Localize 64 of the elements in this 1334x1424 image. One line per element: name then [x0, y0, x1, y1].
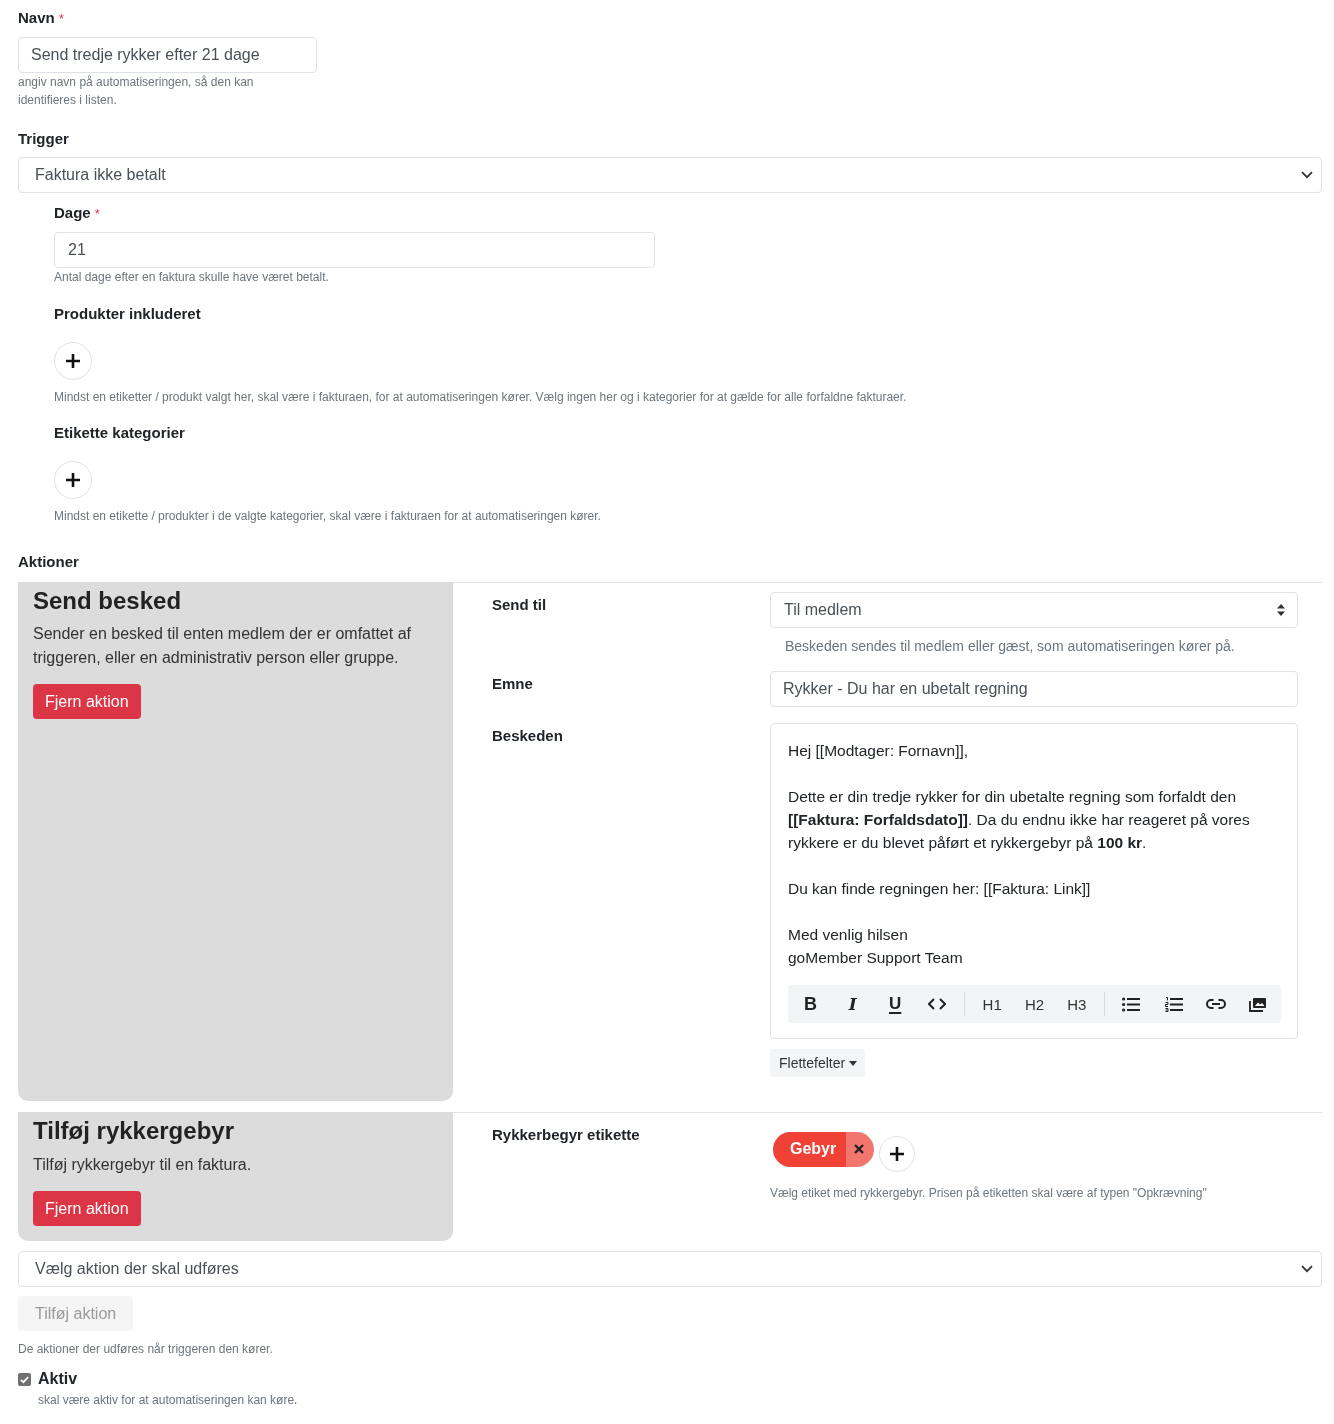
action-title: Tilføj rykkergebyr: [33, 1116, 234, 1146]
help-text: De aktioner der udføres når triggeren den kører.: [18, 1341, 273, 1358]
field-label: Navn: [18, 8, 55, 28]
merge-fields-button[interactable]: Flettefelter: [770, 1049, 866, 1077]
bold-button[interactable]: B: [790, 985, 831, 1023]
tag-label: Gebyr: [773, 1131, 847, 1167]
field-label: Emne: [492, 674, 533, 694]
link-icon: [1206, 999, 1227, 1009]
help-text: skal være aktiv for at automatiseringen kan køre.: [37, 1392, 298, 1409]
code-icon: [928, 998, 947, 1010]
required-mark: *: [94, 205, 100, 223]
field-label: Etikette kategorier: [54, 423, 185, 443]
help-text: Vælg etiket med rykkergebyr. Prisen på etiketten skal være af typen "Opkrævning": [770, 1185, 1207, 1202]
days-input[interactable]: 21: [54, 232, 655, 268]
close-icon: [853, 1144, 864, 1154]
field-label: Dage: [54, 203, 91, 223]
numbered-list-icon: [1164, 996, 1183, 1012]
help-text: Beskeden sendes til medlem eller gæst, som automatiseringen kører på.: [784, 637, 1235, 655]
heading-button[interactable]: H1: [971, 985, 1013, 1023]
name-input[interactable]: Send tredje rykker efter 21 dage: [18, 37, 317, 73]
plus-icon: [66, 473, 80, 487]
checkbox-label: Aktiv: [38, 1369, 78, 1389]
active-checkbox[interactable]: [18, 1372, 31, 1386]
remove-action-button[interactable]: Fjern aktion: [33, 1191, 141, 1226]
message-paragraph: Du kan finde regningen her: [[Faktura: Link]]: [788, 879, 1092, 899]
message-paragraph: Med venlig hilsen goMember Support Team: [788, 925, 964, 968]
help-text: Antal dage efter en faktura skulle have været betalt.: [54, 269, 329, 286]
required-mark: *: [58, 10, 64, 28]
bullet-list-icon: [1122, 996, 1141, 1012]
field-label: Produkter inkluderet: [54, 304, 201, 324]
message-paragraph: Dette er din tredje rykker for din ubetalte regning som forfaldt den [[Faktura: Forfaldsdato]]. Da du endnu ikke har reageret på vores rykkere er du blevet påført et rykkergebyr på 100 kr.: [788, 787, 1251, 853]
action-select[interactable]: Vælg aktion der skal udføres: [18, 1251, 1322, 1287]
caret-down-icon: [849, 1060, 858, 1066]
field-label: Beskeden: [492, 726, 563, 746]
action-title: Send besked: [33, 586, 182, 616]
field-label: Trigger: [18, 129, 69, 149]
help-text: angiv navn på automatiseringen, så den kan identifieres i listen.: [18, 74, 255, 109]
recipient-select[interactable]: Til medlem: [770, 592, 1298, 628]
image-icon: [1249, 996, 1268, 1012]
plus-icon: [890, 1147, 905, 1161]
heading-button[interactable]: H3: [1056, 985, 1098, 1023]
subject-input[interactable]: Rykker - Du har en ubetalt regning: [770, 671, 1298, 707]
help-text: Mindst en etikette / produkter i de valgte kategorier, skal være i fakturaen for at automatiseringen kører.: [54, 508, 601, 525]
action-description: Sender en besked til enten medlem der er omfattet af triggeren, eller en administrativ person eller gruppe.: [33, 624, 412, 668]
trigger-select[interactable]: Faktura ikke betalt: [18, 157, 1322, 193]
message-editor[interactable]: [770, 723, 1298, 1039]
chevron-down-icon: [1301, 1265, 1313, 1273]
add-tag-button[interactable]: [879, 1136, 916, 1172]
remove-tag-button[interactable]: [846, 1131, 875, 1167]
field-label: Rykkerbegyr etikette: [492, 1125, 640, 1145]
add-button[interactable]: [54, 342, 92, 380]
plus-icon: [66, 354, 80, 368]
italic-button[interactable]: I: [832, 985, 874, 1023]
add-button[interactable]: [54, 461, 92, 499]
chevron-down-icon: [1301, 171, 1313, 179]
heading-button[interactable]: H2: [1013, 985, 1055, 1023]
field-label: Send til: [492, 595, 547, 615]
message-paragraph: Hej [[Modtager: Fornavn]],: [788, 741, 970, 761]
section-label: Aktioner: [18, 552, 79, 572]
up-down-caret-icon: [1277, 604, 1285, 616]
action-description: Tilføj rykkergebyr til en faktura.: [33, 1155, 252, 1175]
underline-button[interactable]: U: [874, 985, 916, 1023]
help-text: Mindst en etiketter / produkt valgt her, skal være i fakturaen, for at automatiseringen kører. Vælg ingen her og i kategorier for at gælde for alle forfaldne fakturaer.: [54, 389, 907, 406]
remove-action-button[interactable]: Fjern aktion: [33, 684, 141, 719]
